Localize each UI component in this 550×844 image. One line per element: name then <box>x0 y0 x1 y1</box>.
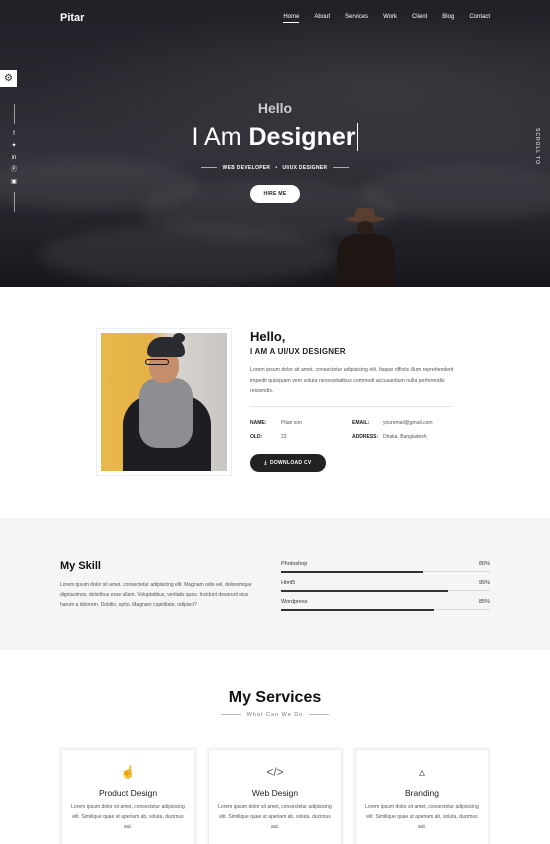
skill-value: 85% <box>478 599 490 605</box>
nav-work[interactable]: Work <box>383 14 397 23</box>
skill-bar-fill <box>281 608 434 611</box>
service-card-web-design[interactable]: </> Web Design Lorem ipsum dolor sit ame… <box>208 749 342 844</box>
service-card-title: Branding <box>404 788 440 798</box>
top-nav: Pitar Home About Services Work Client Bl… <box>0 12 550 28</box>
address-label: ADDRESS: <box>352 434 379 440</box>
name-label: NAME: <box>250 420 267 426</box>
about-text: Lorem ipsum dolor sit amet, consectetur … <box>250 367 454 394</box>
about-heading: Hello, <box>250 329 286 344</box>
skill-text: Lorem ipsum dolor sit amet, consectetur … <box>60 582 252 608</box>
profile-photo <box>101 333 227 471</box>
service-card-text: Lorem ipsum dolor sit amet, consectetur … <box>365 804 479 830</box>
hero-title: I Am Designer <box>0 123 550 152</box>
service-card-branding[interactable]: ▵ Branding Lorem ipsum dolor sit amet, c… <box>355 749 489 844</box>
email-label: EMAIL: <box>352 420 370 426</box>
hero-title-bold: Designer <box>248 123 356 151</box>
skill-value: 95% <box>478 580 490 586</box>
nav-about[interactable]: About <box>314 14 330 23</box>
site-logo[interactable]: Pitar <box>60 12 84 24</box>
nav-blog[interactable]: Blog <box>442 14 454 23</box>
hero-greeting: Hello <box>257 100 293 116</box>
service-card-title: Web Design <box>251 788 299 798</box>
service-card-text: Lorem ipsum dolor sit amet, consectetur … <box>71 804 185 830</box>
nav-home[interactable]: Home <box>283 14 300 23</box>
role-1: WEB DEVELOPER <box>222 165 271 171</box>
service-card-text: Lorem ipsum dolor sit amet, consectetur … <box>218 804 332 830</box>
broadcast-tower-icon: ▵ <box>418 765 426 779</box>
skill-bar-track <box>281 589 490 592</box>
nav-services[interactable]: Services <box>345 14 368 23</box>
skill-bar-fill <box>281 570 424 573</box>
services-subtitle: What Can We Do <box>0 712 550 718</box>
role-2: UI/UX DESIGNER <box>282 165 328 171</box>
old-value: 23 <box>281 434 287 440</box>
services-subtitle-text: What Can We Do <box>246 712 304 718</box>
download-cv-button[interactable]: ⤓ DOWNLOAD CV <box>250 454 326 472</box>
hiker-silhouette <box>333 206 399 287</box>
skill-value: 80% <box>478 561 490 567</box>
social-line-bottom <box>14 192 15 212</box>
service-card-product-design[interactable]: ☝ Product Design Lorem ipsum dolor sit a… <box>61 749 195 844</box>
address-value: Dhaka, Bangladesh <box>383 434 427 440</box>
role-separator: • <box>275 165 278 171</box>
old-label: OLD: <box>250 434 263 440</box>
service-card-title: Product Design <box>98 788 158 798</box>
linkedin-icon[interactable]: in <box>10 154 18 162</box>
hero-title-prefix: I Am <box>191 123 242 151</box>
about-divider <box>250 406 453 407</box>
name-value: Pitan son <box>281 420 302 426</box>
hire-me-button[interactable]: HIRE ME <box>250 185 300 203</box>
skill-label: Photoshop <box>281 561 308 567</box>
hand-pointer-icon: ☝ <box>120 765 136 779</box>
download-icon: ⤓ <box>264 460 267 466</box>
skill-title: My Skill <box>60 560 101 572</box>
nav-client[interactable]: Client <box>412 14 427 23</box>
email-value[interactable]: youremail@gmail.com <box>383 420 433 426</box>
hero-section: Pitar Home About Services Work Client Bl… <box>0 0 550 287</box>
nav-contact[interactable]: Contact <box>469 14 490 23</box>
typing-caret <box>357 123 359 151</box>
code-icon: </> <box>266 765 284 779</box>
instagram-icon[interactable]: ▣ <box>10 178 18 186</box>
skill-label: Html5 <box>281 580 296 586</box>
services-title: My Services <box>228 689 322 706</box>
skill-bar-track <box>281 608 490 611</box>
download-cv-label: DOWNLOAD CV <box>269 460 312 466</box>
skill-label: Wordpress <box>281 599 308 605</box>
main-menu: Home About Services Work Client Blog Con… <box>268 14 490 23</box>
skill-bar-fill <box>281 589 449 592</box>
skill-bar-track <box>281 570 490 573</box>
hero-roles: WEB DEVELOPER • UI/UX DESIGNER <box>0 165 550 171</box>
about-role: I AM A UI/UX DESIGNER <box>250 347 346 356</box>
settings-gear-icon[interactable]: ⚙ <box>0 70 17 87</box>
